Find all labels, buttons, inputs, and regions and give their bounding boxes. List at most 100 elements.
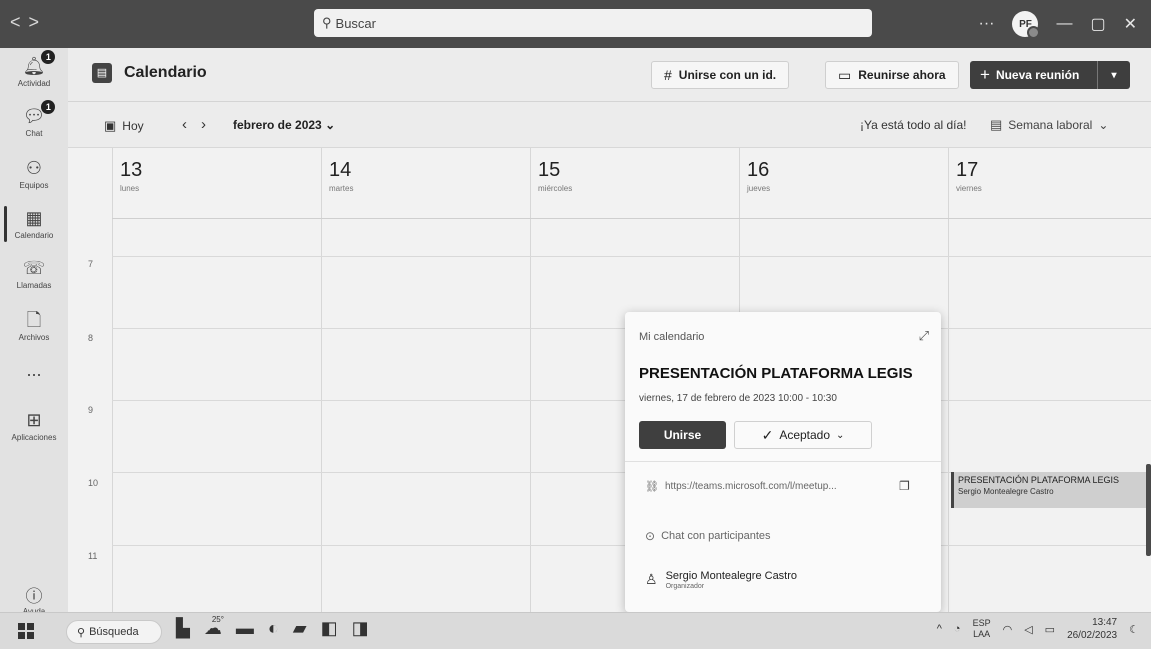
weather-temp: 25°: [211, 615, 224, 624]
avatar[interactable]: PF: [1012, 11, 1041, 39]
hour-label: 7: [88, 259, 94, 269]
rail-label: Chat: [25, 129, 43, 138]
chat-participants-label: Chat con participantes: [661, 530, 771, 542]
grid-line: [112, 256, 1151, 257]
day-name: jueves: [747, 184, 771, 193]
hour-label: 10: [88, 478, 99, 488]
lang-bottom: LAA: [973, 629, 991, 639]
file-explorer-icon[interactable]: ▬: [236, 618, 254, 639]
teams-icon[interactable]: ◨: [352, 618, 369, 639]
calendar-grid[interactable]: 13 lunes 14 martes 15 miércoles 16 jueve…: [68, 148, 1151, 612]
meet-now-button[interactable]: ▭ Reunirse ahora: [825, 61, 959, 89]
month-selector[interactable]: febrero de 2023 ⌄: [233, 118, 335, 132]
forward-icon[interactable]: >: [29, 12, 48, 32]
volume-icon[interactable]: ◁: [1024, 623, 1032, 636]
today-button[interactable]: ▣ Hoy: [104, 118, 144, 134]
rail-item-activity[interactable]: 🔔︎ 1 Actividad: [0, 50, 68, 88]
title-bar: <> ⚲ Buscar ··· PF — ▢ ✕: [0, 0, 1151, 48]
new-meeting-label: Nueva reunión: [995, 68, 1080, 82]
wifi-icon[interactable]: ◠: [1003, 623, 1013, 636]
chat-participants-link[interactable]: ⊙ Chat con participantes: [645, 529, 771, 543]
new-meeting-button[interactable]: + Nueva reunión ▾: [970, 61, 1130, 89]
rail-item-chat[interactable]: 💬︎ 1 Chat: [0, 100, 68, 138]
rsvp-label: Aceptado: [779, 428, 831, 442]
calendar-today-icon: ▣: [104, 118, 117, 133]
grid-line: [112, 218, 1151, 219]
network-cloud-icon[interactable]: ◔: [954, 623, 961, 635]
meet-now-label: Reunirse ahora: [858, 68, 946, 82]
divider: [625, 461, 941, 462]
chevron-down-icon[interactable]: ▾: [1098, 70, 1130, 81]
bell-icon: 🔔︎ 1: [23, 50, 56, 76]
day-number: 15: [538, 159, 561, 181]
rail-item-more[interactable]: ...: [0, 360, 68, 381]
month-label: febrero de 2023: [233, 118, 322, 132]
rail-item-files[interactable]: 🗋︎ Archivos: [0, 310, 68, 342]
maximize-icon[interactable]: ▢: [1090, 14, 1105, 34]
minimize-icon[interactable]: —: [1056, 15, 1072, 33]
event-title: PRESENTACIÓN PLATAFORMA LEGIS: [639, 365, 913, 382]
rail-item-calls[interactable]: ☏ Llamadas: [0, 258, 68, 290]
next-week-icon[interactable]: ›: [201, 116, 220, 133]
back-icon[interactable]: <: [10, 12, 29, 32]
taskbar-search[interactable]: ⚲ Búsqueda: [66, 620, 162, 644]
weather-icon[interactable]: ☁ 25°: [204, 615, 224, 639]
close-icon[interactable]: ✕: [1124, 14, 1137, 34]
calendar-event[interactable]: PRESENTACIÓN PLATAFORMA LEGIS Sergio Mon…: [951, 472, 1147, 508]
rail-item-help[interactable]: ⓘ Ayuda: [0, 582, 68, 616]
meeting-link[interactable]: ⛓ https://teams.microsoft.com/l/meetup..…: [645, 480, 837, 493]
rail-item-apps[interactable]: ⊞ Aplicaciones: [0, 410, 68, 442]
lang-top: ESP: [972, 618, 991, 628]
battery-icon[interactable]: ▭: [1045, 623, 1055, 636]
event-title: PRESENTACIÓN PLATAFORMA LEGIS: [958, 475, 1120, 485]
notifications-icon[interactable]: ☾: [1129, 623, 1139, 636]
join-button[interactable]: Unirse: [639, 421, 726, 449]
video-icon: ▭: [838, 66, 852, 83]
chevron-down-icon: ⌄: [1098, 118, 1109, 132]
windows-start-icon[interactable]: [18, 623, 34, 639]
rail-item-calendar[interactable]: ▦ Calendario: [0, 208, 68, 240]
rsvp-dropdown[interactable]: ✓ Aceptado ⌄: [734, 421, 872, 449]
today-label: Hoy: [122, 119, 144, 133]
store-icon[interactable]: ▰: [293, 618, 307, 639]
meeting-link-text: https://teams.microsoft.com/l/meetup...: [664, 481, 837, 492]
expand-icon[interactable]: ⤢: [919, 328, 929, 344]
day-number: 17: [956, 159, 979, 181]
search-placeholder: Buscar: [335, 15, 376, 31]
join-with-id-button[interactable]: # Unirse con un id.: [651, 61, 790, 89]
more-options-icon[interactable]: ···: [978, 15, 994, 33]
clock-date: 26/02/2023: [1067, 630, 1118, 641]
taskbar-apps: ▙ ☁ 25° ▬ ◐ ▰ ◧ ◨: [176, 615, 369, 639]
join-with-id-label: Unirse con un id.: [678, 68, 777, 82]
view-selector[interactable]: ▤ Semana laboral ⌄: [990, 117, 1108, 133]
copy-icon[interactable]: ❐: [899, 479, 910, 493]
language-indicator[interactable]: ESP LAA: [973, 618, 991, 640]
new-meeting-main[interactable]: + Nueva reunión: [970, 61, 1098, 89]
rail-item-teams[interactable]: ⚇ Equipos: [0, 158, 68, 190]
clock[interactable]: 13:47 26/02/2023: [1067, 616, 1117, 642]
check-icon: ✓: [761, 426, 774, 443]
chevron-down-icon: ⌄: [325, 118, 336, 132]
outlook-icon[interactable]: ◧: [321, 618, 338, 639]
teams-icon: ⚇: [25, 158, 43, 178]
rail-label: Llamadas: [16, 281, 52, 290]
calendar-icon: ▦: [25, 208, 43, 228]
window-controls: ··· PF — ▢ ✕: [978, 0, 1151, 48]
rail-label: Aplicaciones: [11, 433, 57, 442]
tray-chevron-icon[interactable]: ^: [937, 623, 942, 635]
event-details-popup: Mi calendario ⤢ PRESENTACIÓN PLATAFORMA …: [625, 312, 941, 612]
chat-badge: 1: [41, 100, 56, 114]
day-number: 14: [329, 159, 352, 181]
scrollbar[interactable]: [1146, 464, 1151, 556]
file-icon: 🗋︎: [26, 310, 42, 330]
prev-week-icon[interactable]: ‹: [182, 116, 201, 133]
history-nav[interactable]: <>: [10, 12, 47, 33]
organizer[interactable]: ♙ Sergio Montealegre Castro Organizador: [645, 570, 797, 590]
rail-label: Calendario: [14, 231, 54, 240]
task-view-icon[interactable]: ▙: [176, 618, 190, 639]
event-organizer: Sergio Montealegre Castro: [958, 487, 1054, 496]
search-input[interactable]: ⚲ Buscar: [314, 9, 872, 37]
calendar-toolbar: ▣ Hoy ‹› febrero de 2023 ⌄ ¡Ya está todo…: [68, 102, 1151, 148]
person-icon: ♙: [645, 571, 658, 587]
edge-icon[interactable]: ◐: [268, 618, 279, 639]
